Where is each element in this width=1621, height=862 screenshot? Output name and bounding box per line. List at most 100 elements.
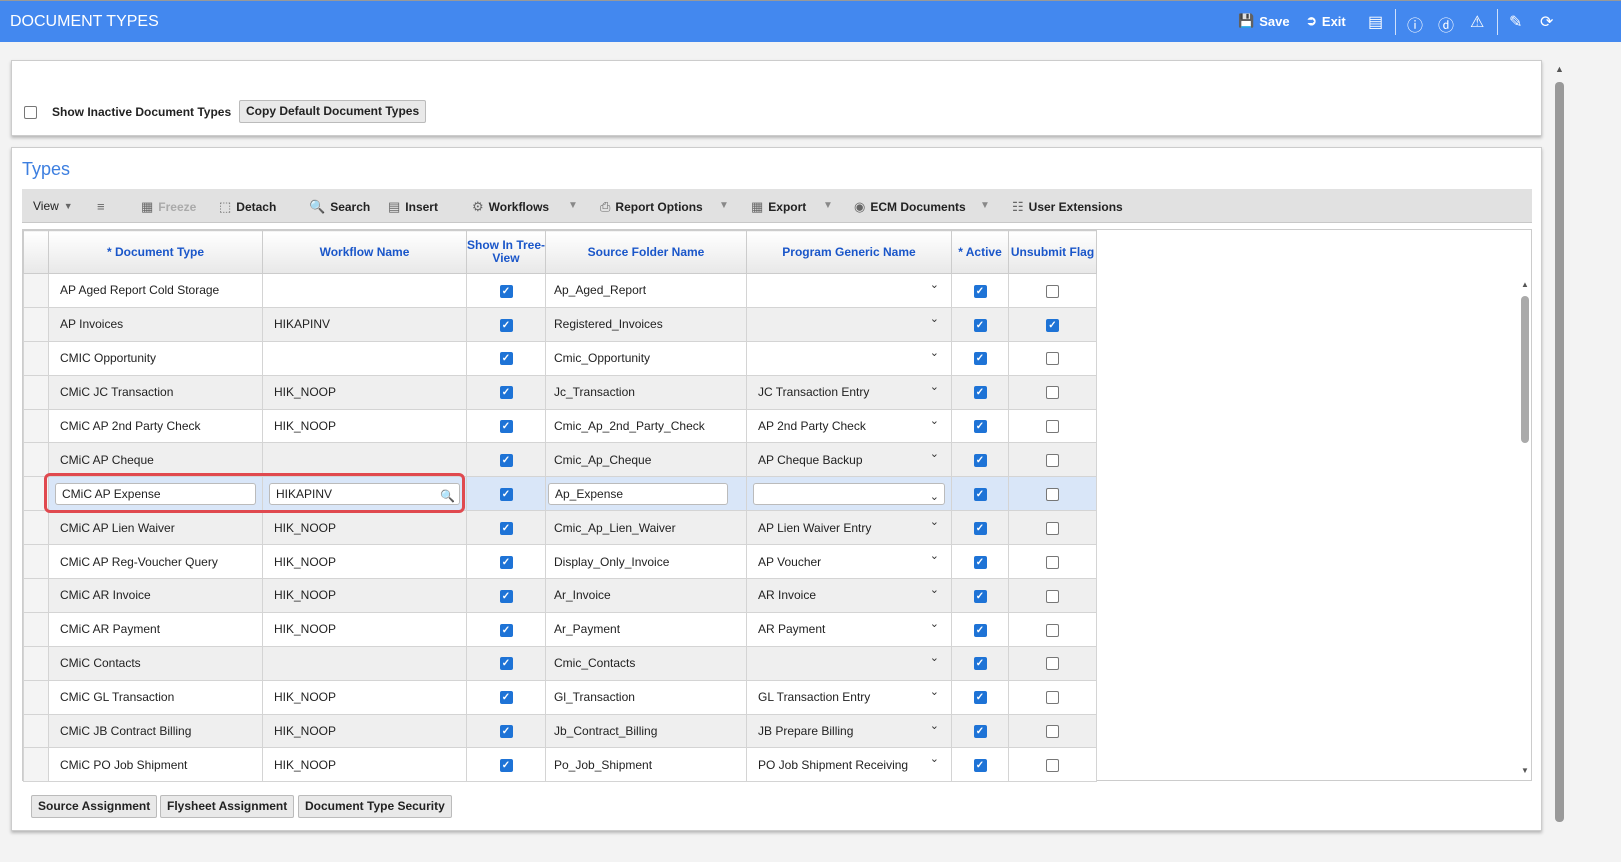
scrollbar-thumb[interactable] xyxy=(1555,82,1564,822)
document-type-cell[interactable]: CMiC AP Lien Waiver xyxy=(48,510,263,546)
unsubmit-checkbox[interactable] xyxy=(1046,725,1059,739)
document-type-cell[interactable]: CMiC PO Job Shipment xyxy=(48,747,263,783)
program-generic-select[interactable]: ⌄ xyxy=(753,482,945,505)
scroll-up-icon[interactable]: ▲ xyxy=(1521,280,1529,289)
unsubmit-checkbox[interactable] xyxy=(1046,691,1059,705)
show-in-tree-checkbox[interactable]: ✓ xyxy=(499,487,513,501)
source-folder-input[interactable]: Ap_Expense xyxy=(548,482,728,505)
row-header[interactable] xyxy=(23,442,49,478)
program-generic-select[interactable]: AP Cheque Backup ⌄ xyxy=(746,442,952,478)
active-checkbox[interactable]: ✓ xyxy=(973,284,987,298)
show-in-tree-checkbox[interactable]: ✓ xyxy=(499,386,513,400)
table-row[interactable]: CMiC Contacts ✓ Cmic_Contacts ⌄ ✓ xyxy=(23,645,1097,681)
unsubmit-checkbox[interactable] xyxy=(1046,623,1059,637)
unsubmit-checkbox[interactable] xyxy=(1046,386,1059,400)
source-folder-cell[interactable]: Display_Only_Invoice xyxy=(545,544,747,580)
unsubmit-checkbox[interactable] xyxy=(1046,521,1059,535)
document-type-cell[interactable]: CMiC AR Payment xyxy=(48,611,263,647)
workflow-name-cell[interactable] xyxy=(262,273,467,308)
program-generic-select[interactable]: ⌄ xyxy=(746,645,952,681)
row-header[interactable] xyxy=(23,679,49,715)
workflow-name-cell[interactable]: HIK_NOOP xyxy=(262,713,467,749)
unsubmit-checkbox[interactable] xyxy=(1046,759,1059,773)
row-header[interactable] xyxy=(23,510,49,546)
show-in-tree-checkbox[interactable]: ✓ xyxy=(499,589,513,603)
active-checkbox[interactable]: ✓ xyxy=(973,386,987,400)
document-type-cell[interactable]: CMiC JB Contract Billing xyxy=(48,713,263,749)
program-generic-select[interactable]: ⌄ xyxy=(746,306,952,342)
document-type-cell[interactable]: AP Aged Report Cold Storage xyxy=(48,273,263,308)
table-row[interactable]: AP Invoices HIKAPINV ✓ Registered_Invoices ⌄… xyxy=(23,306,1097,342)
detach-button[interactable]: ⬚ Detach xyxy=(219,199,276,215)
show-in-tree-checkbox[interactable]: ✓ xyxy=(499,657,513,671)
source-folder-cell[interactable]: Cmic_Ap_Cheque xyxy=(545,442,747,478)
ecm-documents-button[interactable]: ◉ ECM Documents xyxy=(854,199,966,215)
edit-icon[interactable]: ✎ xyxy=(1509,12,1522,32)
program-generic-select[interactable]: ⌄ xyxy=(746,340,952,376)
copy-default-button[interactable]: Copy Default Document Types xyxy=(239,100,427,123)
row-header[interactable] xyxy=(23,273,49,308)
active-checkbox[interactable]: ✓ xyxy=(973,623,987,637)
source-folder-cell[interactable]: Jc_Transaction xyxy=(545,374,747,410)
grid-scrollbar[interactable]: ▲ ▼ xyxy=(1518,280,1532,775)
export-dropdown-icon[interactable]: ▼ xyxy=(823,200,833,211)
flysheet-assignment-button[interactable]: Flysheet Assignment xyxy=(160,795,295,818)
show-in-tree-checkbox[interactable]: ✓ xyxy=(499,759,513,773)
active-checkbox[interactable]: ✓ xyxy=(973,657,987,671)
source-folder-cell[interactable]: Po_Job_Shipment xyxy=(545,747,747,783)
refresh-icon[interactable]: ⟳ xyxy=(1540,12,1553,32)
report-options-dropdown-icon[interactable]: ▼ xyxy=(719,200,729,211)
unsubmit-checkbox[interactable] xyxy=(1046,657,1059,671)
active-checkbox[interactable]: ✓ xyxy=(973,420,987,434)
row-header[interactable] xyxy=(23,645,49,681)
table-row[interactable]: CMIC Opportunity ✓ Cmic_Opportunity ⌄ ✓ xyxy=(23,340,1097,376)
source-assignment-button[interactable]: Source Assignment xyxy=(31,795,158,818)
source-folder-cell[interactable]: Cmic_Contacts xyxy=(545,645,747,681)
unsubmit-checkbox[interactable] xyxy=(1046,487,1059,501)
row-header[interactable] xyxy=(23,340,49,376)
document-type-cell[interactable]: CMiC AR Invoice xyxy=(48,578,263,613)
workflow-name-cell[interactable]: HIK_NOOP xyxy=(262,611,467,647)
document-type-security-button[interactable]: Document Type Security xyxy=(298,795,452,818)
user-extensions-button[interactable]: ☷ User Extensions xyxy=(1012,199,1123,215)
source-folder-cell[interactable]: Registered_Invoices xyxy=(545,306,747,342)
table-row[interactable]: CMiC AP Lien Waiver HIK_NOOP ✓ Cmic_Ap_Lien… xyxy=(23,510,1097,546)
row-header[interactable] xyxy=(23,578,49,613)
col-active[interactable]: * Active xyxy=(951,230,1009,274)
program-generic-select[interactable]: PO Job Shipment Receiving ⌄ xyxy=(746,747,952,783)
exit-button[interactable]: ➲ Exit xyxy=(1306,13,1346,29)
table-row[interactable]: CMiC GL Transaction HIK_NOOP ✓ Gl_Transacti… xyxy=(23,679,1097,715)
show-in-tree-checkbox[interactable]: ✓ xyxy=(499,691,513,705)
show-in-tree-checkbox[interactable]: ✓ xyxy=(499,725,513,739)
document-type-cell[interactable]: CMiC AP Cheque xyxy=(48,442,263,478)
col-show-in-tree-view[interactable]: Show In Tree-View xyxy=(466,230,546,274)
row-header[interactable] xyxy=(23,544,49,580)
show-in-tree-checkbox[interactable]: ✓ xyxy=(499,284,513,298)
warning-icon[interactable]: ⚠ xyxy=(1470,12,1484,32)
unsubmit-checkbox[interactable] xyxy=(1046,420,1059,434)
show-in-tree-checkbox[interactable]: ✓ xyxy=(499,555,513,569)
program-generic-select[interactable]: AP 2nd Party Check ⌄ xyxy=(746,408,952,444)
workflow-name-cell[interactable]: HIK_NOOP xyxy=(262,544,467,580)
program-generic-select[interactable]: AP Lien Waiver Entry ⌄ xyxy=(746,510,952,546)
col-workflow-name[interactable]: Workflow Name xyxy=(262,230,467,274)
active-checkbox[interactable]: ✓ xyxy=(973,725,987,739)
workflow-name-cell[interactable]: HIKAPINV xyxy=(262,306,467,342)
page-scrollbar[interactable]: ▲ xyxy=(1552,60,1567,830)
workflow-name-cell[interactable]: HIK_NOOP xyxy=(262,679,467,715)
active-checkbox[interactable]: ✓ xyxy=(973,691,987,705)
table-row[interactable]: CMiC JC Transaction HIK_NOOP ✓ Jc_Transacti… xyxy=(23,374,1097,410)
scrollbar-thumb[interactable] xyxy=(1521,296,1529,443)
show-in-tree-checkbox[interactable]: ✓ xyxy=(499,623,513,637)
program-generic-select[interactable]: GL Transaction Entry ⌄ xyxy=(746,679,952,715)
program-generic-select[interactable]: AR Invoice ⌄ xyxy=(746,578,952,613)
program-generic-select[interactable]: ⌄ xyxy=(746,273,952,308)
active-checkbox[interactable]: ✓ xyxy=(973,759,987,773)
scroll-up-icon[interactable]: ▲ xyxy=(1555,64,1564,74)
workflow-name-cell[interactable]: HIK_NOOP xyxy=(262,578,467,613)
col-document-type[interactable]: * Document Type xyxy=(48,230,263,274)
insert-button[interactable]: ▤ Insert xyxy=(388,199,438,215)
workflow-name-cell[interactable]: HIK_NOOP xyxy=(262,374,467,410)
active-checkbox[interactable]: ✓ xyxy=(973,555,987,569)
active-checkbox[interactable]: ✓ xyxy=(973,487,987,501)
